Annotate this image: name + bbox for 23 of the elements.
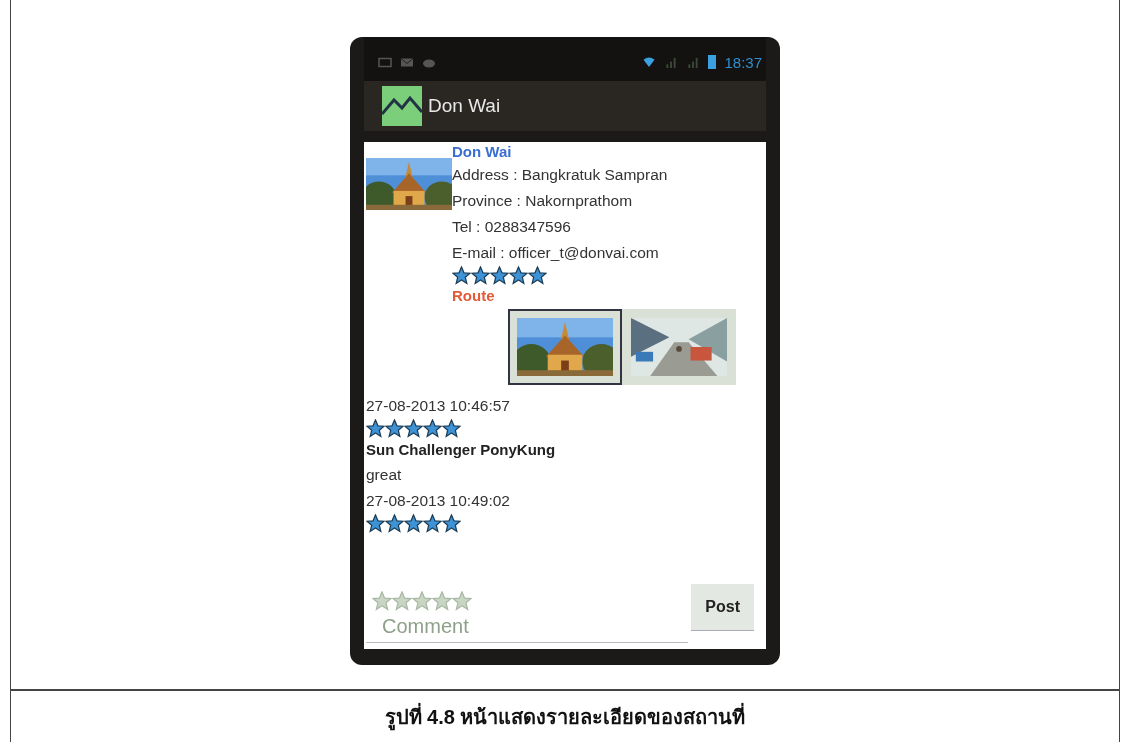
app-title: Don Wai (428, 95, 501, 117)
place-detail: E-mail : officer_t@donvai.com (452, 243, 659, 263)
comment-author: Sun Challenger PonyKung (366, 440, 556, 460)
post-button[interactable]: Post (691, 584, 754, 631)
route-link[interactable]: Route (452, 285, 495, 307)
comment-date: 27-08-2013 10:46:57 (366, 396, 510, 416)
signal-icon (686, 56, 701, 68)
clock-time: 18:37 (724, 53, 762, 71)
mail-icon (400, 56, 414, 68)
battery-icon (708, 55, 717, 69)
place-detail: Address : Bangkratuk Sampran (452, 165, 668, 185)
mountain-icon (382, 86, 422, 126)
place-detail: Province : Nakornprathom (452, 191, 633, 211)
place-detail: Tel : 0288347596 (452, 217, 571, 237)
place-name: Don Wai (452, 142, 512, 162)
gallery-item[interactable] (622, 309, 736, 385)
wifi-icon (642, 56, 657, 68)
signal-icon (664, 56, 679, 68)
comment-text: great (366, 465, 402, 485)
figure-caption: รูปที่ 4.8 หน้าแสดงรายละเอียดของสถานที่ (384, 700, 746, 733)
image-icon (378, 56, 392, 68)
gallery-item[interactable] (508, 309, 622, 385)
comment-date: 27-08-2013 10:49:02 (366, 491, 510, 511)
